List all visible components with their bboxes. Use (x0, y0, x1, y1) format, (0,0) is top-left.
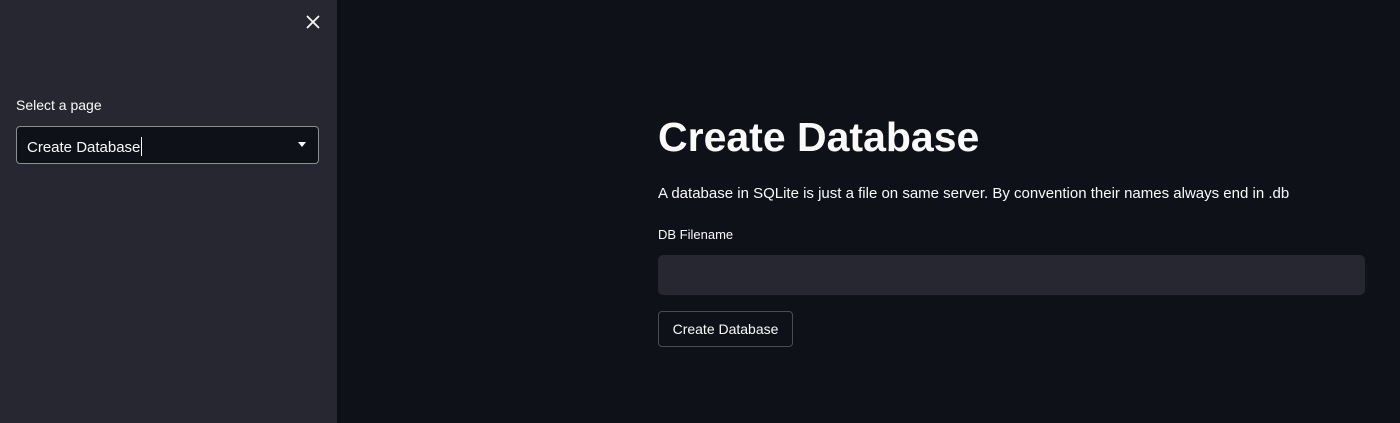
caret-down-icon[interactable] (298, 142, 306, 147)
page-select-label: Select a page (16, 97, 102, 113)
sidebar: Select a page Create Database (0, 0, 337, 423)
page-description: A database in SQLite is just a file on s… (658, 185, 1290, 202)
create-database-button[interactable]: Create Database (658, 311, 793, 347)
close-icon (306, 15, 320, 29)
page-select[interactable]: Create Database (16, 126, 319, 164)
db-filename-label: DB Filename (658, 227, 734, 242)
text-cursor (141, 137, 143, 156)
db-filename-input[interactable] (658, 255, 1365, 295)
page-title: Create Database (658, 114, 980, 160)
close-sidebar-button[interactable] (302, 11, 324, 33)
main-content: Create Database A database in SQLite is … (337, 0, 1400, 423)
app-window: Select a page Create Database Create Dat… (0, 0, 1400, 423)
page-select-value: Create Database (27, 137, 143, 156)
